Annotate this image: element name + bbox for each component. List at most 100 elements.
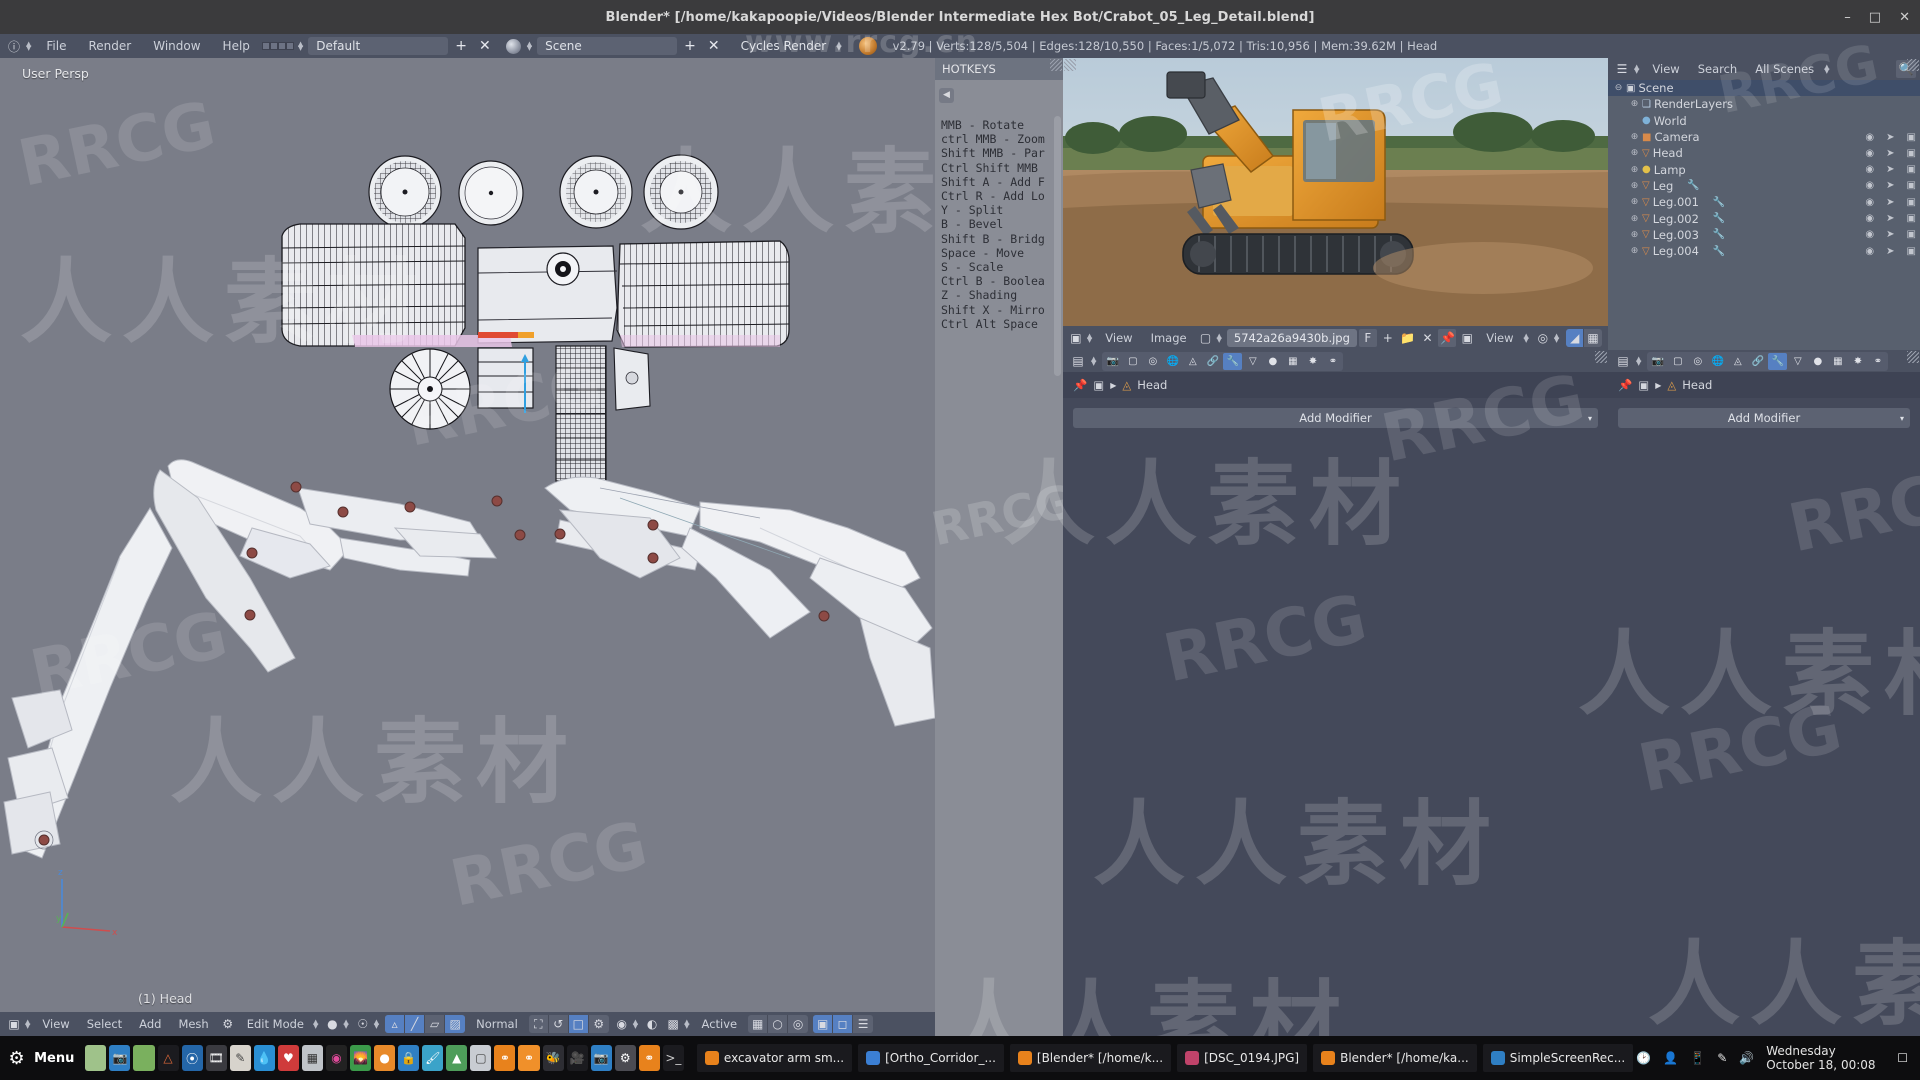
- outliner-restrict-toggles[interactable]: ◉ ➤ ▣: [1865, 229, 1916, 240]
- taskbar-window-list[interactable]: excavator arm sm... [Ortho_Corridor_... [B…: [696, 1044, 1634, 1072]
- tab-constraints[interactable]: 🔗: [1748, 353, 1767, 370]
- bug-icon[interactable]: 🐝: [542, 1045, 564, 1071]
- scene-layers-icon[interactable]: ☰: [853, 1015, 873, 1033]
- engine-spinner[interactable]: ▲ ▼: [836, 41, 841, 52]
- add-layout-button[interactable]: +: [450, 37, 472, 55]
- render-engine-field[interactable]: Cycles Render: [727, 37, 835, 55]
- vertex-select-icon[interactable]: ▵: [385, 1015, 406, 1033]
- tab-particles[interactable]: ✸: [1303, 353, 1322, 370]
- face-select-icon[interactable]: ▱: [425, 1015, 446, 1033]
- tab-world[interactable]: 🌐: [1708, 353, 1727, 370]
- editor-type-outliner-icon[interactable]: ☰: [1612, 60, 1632, 78]
- outliner-restrict-toggles[interactable]: ◉ ➤ ▣: [1865, 180, 1916, 191]
- tab-world[interactable]: 🌐: [1163, 353, 1182, 370]
- viewport-editor-spinner[interactable]: ▲ ▼: [25, 1019, 30, 1030]
- camera-render-icon[interactable]: ▣: [1907, 197, 1916, 208]
- taskbar-window-button[interactable]: [Ortho_Corridor_...: [858, 1044, 1004, 1072]
- doc-icon[interactable]: ▢: [470, 1045, 492, 1071]
- text-editor-scrollbar[interactable]: [1054, 116, 1061, 376]
- render-preview-icon[interactable]: ▣: [813, 1015, 834, 1033]
- tree-icon[interactable]: ▲: [446, 1045, 468, 1071]
- image-datablock-spinner[interactable]: ▲ ▼: [1217, 333, 1222, 344]
- tab-object-data[interactable]: ▽: [1788, 353, 1807, 370]
- drop-icon[interactable]: 💧: [253, 1045, 275, 1071]
- file-manager-icon[interactable]: [85, 1045, 107, 1071]
- outliner-display-spinner[interactable]: ▲ ▼: [1824, 64, 1829, 75]
- tab-material[interactable]: ●: [1808, 353, 1827, 370]
- outliner-row-leg[interactable]: ⊕ ▽ Leg 🔧 ◉ ➤ ▣: [1608, 178, 1920, 194]
- proportional-spinner[interactable]: ▲ ▼: [633, 1019, 638, 1030]
- text-collapse-icon[interactable]: ◀: [939, 87, 954, 103]
- grid-app-icon[interactable]: ▦: [301, 1045, 323, 1071]
- properties-tab-strip[interactable]: 📷 ▢ ◎ 🌐 ◬ 🔗 🔧 ▽ ● ▦ ✸ ⚭: [1102, 351, 1344, 371]
- outliner-row-leg-004[interactable]: ⊕ ▽ Leg.004 🔧 ◉ ➤ ▣: [1608, 243, 1920, 259]
- open-image-button[interactable]: 📁: [1399, 329, 1417, 347]
- cursor-select-icon[interactable]: ➤: [1886, 164, 1894, 175]
- blender-icon-3[interactable]: ⚭: [638, 1045, 660, 1071]
- settings-icon[interactable]: ⚙: [614, 1045, 636, 1071]
- tab-particles[interactable]: ✸: [1848, 353, 1867, 370]
- taskbar-window-button[interactable]: [Blender* [/home/k...: [1009, 1044, 1172, 1072]
- photo-app-icon[interactable]: 🌄: [350, 1045, 372, 1071]
- image-view-spinner[interactable]: ▲ ▼: [1524, 333, 1529, 344]
- expand-toggle-icon[interactable]: ⊕: [1630, 181, 1639, 191]
- taskbar-window-button[interactable]: [DSC_0194.JPG]: [1177, 1044, 1308, 1072]
- cursor-select-icon[interactable]: ➤: [1886, 180, 1894, 191]
- expand-toggle-icon[interactable]: ⊕: [1630, 99, 1639, 109]
- outliner[interactable]: ☰ ▲ ▼ View Search All Scenes ▲ ▼ 🔍 ⊖ ▣ Scene…: [1608, 34, 1920, 350]
- resize-corner-icon[interactable]: [1064, 59, 1076, 71]
- manipulator-rotate-icon[interactable]: ↺: [549, 1015, 569, 1033]
- camera2-icon[interactable]: 📷: [590, 1045, 612, 1071]
- pin-icon[interactable]: 📌: [1073, 378, 1087, 392]
- lock-icon[interactable]: 🔒: [398, 1045, 420, 1071]
- tab-modifiers[interactable]: 🔧: [1223, 352, 1243, 370]
- maximize-button[interactable]: □: [1869, 10, 1881, 25]
- outliner-restrict-toggles[interactable]: ◉ ➤ ▣: [1865, 213, 1916, 224]
- screen-layout-icon[interactable]: [261, 42, 294, 50]
- properties-editor-left[interactable]: ▤ ▲ ▼ 📷 ▢ ◎ 🌐 ◬ 🔗 🔧 ▽ ● ▦ ✸ ⚭ 📌 ▣ ▶ ◬ He…: [943, 350, 1608, 1078]
- orange-orb-icon[interactable]: ●: [374, 1045, 396, 1071]
- eye-icon[interactable]: ◉: [1865, 213, 1874, 224]
- taskbar-clock[interactable]: Wednesday October 18, 00:08: [1766, 1044, 1885, 1072]
- tab-render-layers[interactable]: ▢: [1123, 353, 1142, 370]
- menu-help[interactable]: Help: [213, 37, 260, 55]
- display-alpha-icon[interactable]: ▦: [1584, 329, 1602, 347]
- render-camera-icon[interactable]: ◻: [833, 1015, 854, 1033]
- pivot-point-selector[interactable]: Active: [694, 1017, 746, 1031]
- new-image-button[interactable]: +: [1379, 329, 1397, 347]
- eye-icon[interactable]: ◉: [1865, 148, 1874, 159]
- properties-tab-strip[interactable]: 📷 ▢ ◎ 🌐 ◬ 🔗 🔧 ▽ ● ▦ ✸ ⚭: [1647, 351, 1889, 371]
- taskbar-window-button[interactable]: excavator arm sm...: [696, 1044, 853, 1072]
- folder-icon[interactable]: [133, 1045, 155, 1071]
- delete-scene-button[interactable]: ✕: [703, 37, 725, 55]
- blender-icon[interactable]: ⚭: [494, 1045, 516, 1071]
- snap-icon[interactable]: ⚙: [589, 1015, 609, 1033]
- tab-modifiers[interactable]: 🔧: [1768, 352, 1788, 370]
- properties-editor-right[interactable]: ▤ ▲ ▼ 📷 ▢ ◎ 🌐 ◬ 🔗 🔧 ▽ ● ▦ ✸ ⚭ 📌 ▣ ▶ ◬ He…: [1578, 350, 1920, 1038]
- delete-layout-button[interactable]: ✕: [474, 37, 496, 55]
- editor-type-properties-icon[interactable]: ▤: [1068, 352, 1088, 370]
- uv-pivot-spinner[interactable]: ▲ ▼: [1554, 333, 1559, 344]
- add-modifier-button-left[interactable]: Add Modifier: [1073, 408, 1598, 428]
- cursor-select-icon[interactable]: ➤: [1886, 213, 1894, 224]
- properties-editor-spinner[interactable]: ▲ ▼: [1091, 356, 1096, 367]
- expand-toggle-icon[interactable]: ⊕: [1630, 230, 1639, 240]
- image-view-mode-icon[interactable]: ▣: [1458, 329, 1476, 347]
- camera-render-icon[interactable]: ▣: [1907, 132, 1916, 143]
- display-color-icon[interactable]: ◢: [1566, 329, 1585, 347]
- viewport-menu-view[interactable]: View: [34, 1017, 77, 1031]
- outliner-row-leg-001[interactable]: ⊕ ▽ Leg.001 🔧 ◉ ➤ ▣: [1608, 194, 1920, 210]
- image-view-mode-label[interactable]: View: [1478, 331, 1521, 345]
- modifier-wrench-icon[interactable]: 🔧: [1713, 197, 1725, 208]
- camera-app-icon[interactable]: 📷: [109, 1045, 131, 1071]
- xray-icon[interactable]: ◎: [788, 1015, 808, 1033]
- viewport-menu-mesh[interactable]: Mesh: [170, 1017, 216, 1031]
- proportional-edit-icon[interactable]: ◉: [612, 1015, 632, 1033]
- pencil-icon[interactable]: ✎: [1717, 1051, 1727, 1065]
- scene-mode-icon[interactable]: ☉: [353, 1015, 373, 1033]
- taskbar-window-button[interactable]: SimpleScreenRec...: [1482, 1044, 1634, 1072]
- add-modifier-button-right[interactable]: Add Modifier: [1618, 408, 1910, 428]
- modifier-wrench-icon[interactable]: 🔧: [1687, 180, 1699, 191]
- display-icon[interactable]: 📱: [1690, 1051, 1705, 1065]
- camera-render-icon[interactable]: ▣: [1907, 229, 1916, 240]
